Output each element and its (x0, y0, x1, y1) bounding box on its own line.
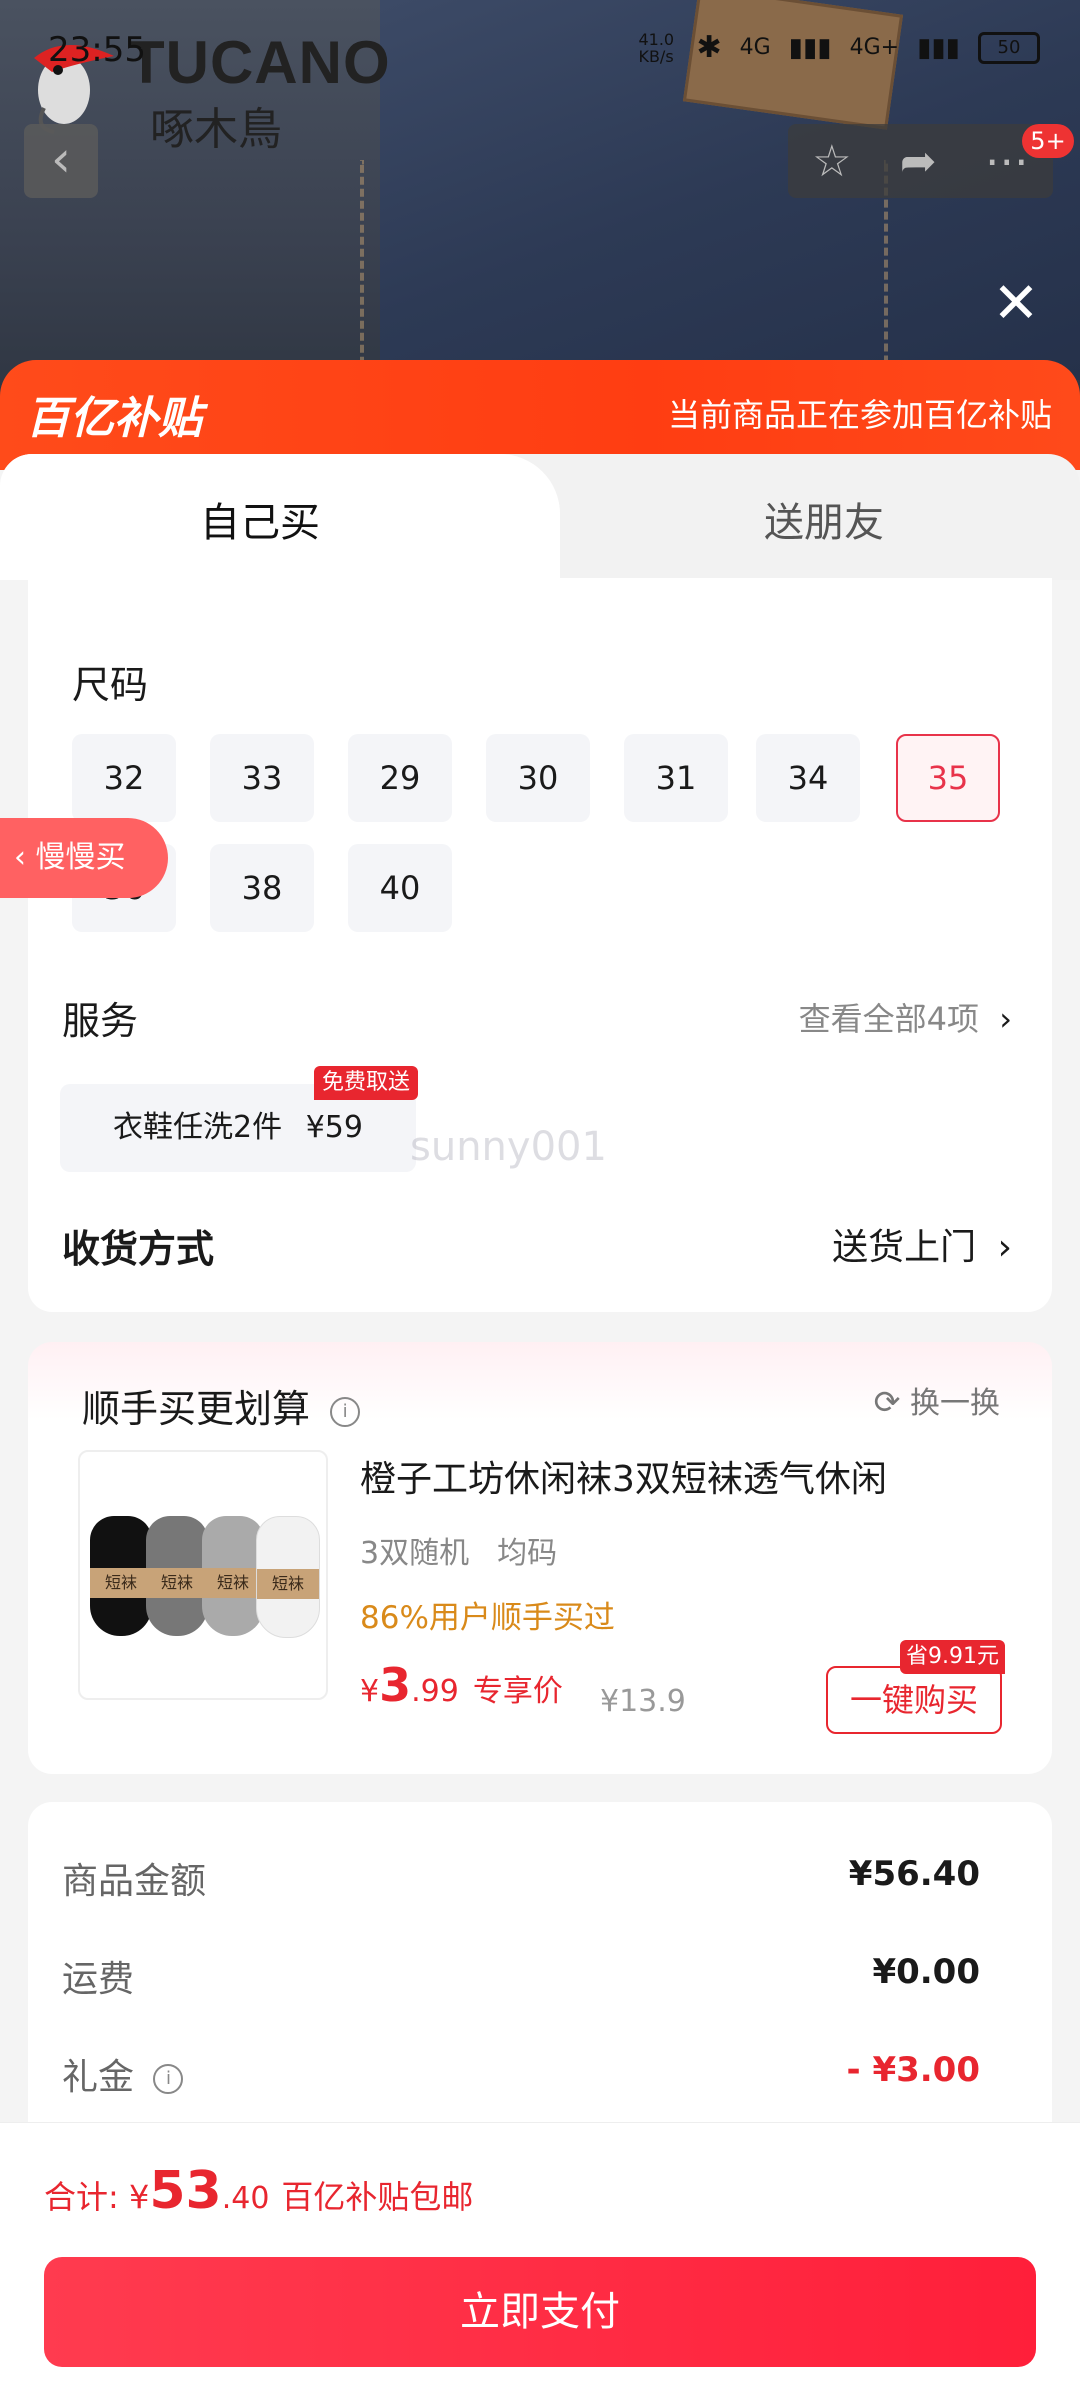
size-option[interactable]: 30 (486, 734, 590, 822)
size-title: 尺码 (72, 663, 149, 707)
options-card: 尺码 32 33 29 30 31 34 35 36 38 40 服务 查看全部… (28, 578, 1052, 1312)
sock-black: 短袜 (90, 1516, 152, 1636)
brand-chinese: 啄木鳥 (150, 104, 282, 155)
addon-price-int: 3 (379, 1658, 412, 1712)
slow-buy-label: 慢慢买 (35, 840, 126, 875)
size-option-selected[interactable]: 35 (896, 734, 1000, 822)
goods-amount-value: ¥56.40 (848, 1854, 980, 1894)
signal-label-2: 4G+ (849, 35, 900, 60)
service-view-all-label: 查看全部4项 (798, 1000, 980, 1038)
size-option[interactable]: 31 (624, 734, 728, 822)
service-item-price: ¥59 (305, 1110, 363, 1145)
sock-band-label: 短袜 (202, 1568, 264, 1598)
star-icon[interactable]: ☆ (812, 136, 851, 187)
share-icon[interactable]: ➦ (900, 136, 937, 187)
purchase-tabs: 自己买 送朋友 (0, 454, 1080, 580)
pay-now-button[interactable]: 立即支付 (44, 2257, 1036, 2367)
gift-label: 礼金 i (62, 2048, 184, 2100)
signal-bars-icon: ▮▮▮ (917, 32, 960, 63)
total-int: 53 (149, 2161, 222, 2221)
addon-title: 顺手买更划算 i (82, 1378, 361, 1433)
sock-band-label: 短袜 (146, 1568, 208, 1598)
sock-white: 短袜 (256, 1516, 320, 1638)
order-total: 合计: ¥53.40 百亿补贴包邮 (44, 2161, 473, 2221)
notification-badge: 5+ (1022, 124, 1074, 158)
addon-spec-1: 3双随机 (360, 1536, 470, 1571)
status-bar: 23:55 41.0 KB/s ✱ 4G ▮▮▮ 4G+ ▮▮▮ 50 (0, 30, 1080, 80)
addon-product-spec: 3双随机 均码 (360, 1528, 557, 1572)
total-currency: ¥ (128, 2178, 150, 2216)
top-action-bar: ☆ ➦ ⋯ (788, 124, 1053, 198)
goods-amount-label: 商品金额 (62, 1861, 207, 1902)
size-option[interactable]: 40 (348, 844, 452, 932)
size-option[interactable]: 33 (210, 734, 314, 822)
addon-popularity: 86%用户顺手买过 (360, 1600, 615, 1636)
chevron-left-icon: ‹ (51, 130, 71, 188)
bluetooth-icon: ✱ (696, 30, 722, 65)
back-button[interactable]: ‹ (24, 124, 98, 198)
service-view-all[interactable]: 查看全部4项 › (799, 994, 1012, 1040)
battery-icon: 50 (978, 31, 1040, 64)
slow-buy-button[interactable]: ‹ 慢慢买 (0, 818, 168, 898)
delivery-method[interactable]: 送货上门 › (832, 1218, 1012, 1270)
info-icon[interactable]: i (153, 2064, 184, 2094)
delivery-method-label: 送货上门 (832, 1227, 977, 1268)
addon-price: ¥3.99 专享价 (360, 1658, 563, 1712)
size-option[interactable]: 32 (72, 734, 176, 822)
one-click-buy-button[interactable]: 一键购买 (826, 1666, 1002, 1734)
info-icon[interactable]: i (330, 1396, 361, 1427)
total-label: 合计: (44, 2178, 129, 2216)
delivery-title: 收货方式 (62, 1227, 215, 1271)
sock-band-label: 短袜 (90, 1568, 152, 1598)
sock-lightgray: 短袜 (202, 1516, 264, 1636)
refresh-icon: ⟳ (873, 1383, 901, 1421)
close-button[interactable]: ✕ (986, 274, 1046, 334)
size-option[interactable]: 38 (210, 844, 314, 932)
swap-label: 换一换 (910, 1386, 1000, 1421)
addon-title-label: 顺手买更划算 (82, 1387, 311, 1431)
status-icons: 41.0 KB/s ✱ 4G ▮▮▮ 4G+ ▮▮▮ 50 (638, 30, 1040, 65)
shipping-label: 运费 (62, 1959, 135, 2000)
subsidy-logo: 百亿补贴 (26, 393, 202, 444)
size-option[interactable]: 29 (348, 734, 452, 822)
addon-price-label: 专享价 (472, 1674, 563, 1709)
signal-label-1: 4G (739, 35, 771, 60)
total-note: 百亿补贴包邮 (281, 2178, 474, 2216)
addon-price-dec: .99 (411, 1674, 459, 1709)
chevron-right-icon: › (997, 1227, 1012, 1268)
save-tag: 省9.91元 (900, 1640, 1005, 1674)
gift-label-text: 礼金 (62, 2057, 135, 2098)
gift-value: - ¥3.00 (846, 2050, 981, 2090)
shipping-value: ¥0.00 (872, 1952, 980, 1992)
chevron-right-icon: › (999, 1000, 1012, 1038)
addon-product-image[interactable]: 短袜 短袜 短袜 短袜 (78, 1450, 328, 1700)
service-item-label: 衣鞋任洗2件 (113, 1110, 283, 1145)
addon-price-currency: ¥ (360, 1674, 380, 1709)
free-pickup-tag: 免费取送 (314, 1066, 419, 1100)
sock-band-label: 短袜 (257, 1569, 319, 1599)
network-speed: 41.0 KB/s (638, 29, 675, 66)
subsidy-text: 当前商品正在参加百亿补贴 (667, 396, 1052, 434)
sock-gray: 短袜 (146, 1516, 208, 1636)
addon-product-name[interactable]: 橙子工坊休闲袜3双短袜透气休闲 (360, 1450, 887, 1502)
size-option[interactable]: 34 (756, 734, 860, 822)
addon-spec-2: 均码 (497, 1536, 558, 1571)
signal-bars-icon: ▮▮▮ (788, 32, 832, 63)
swap-button[interactable]: ⟳ 换一换 (874, 1378, 1000, 1422)
addon-original-price: ¥13.9 (600, 1684, 686, 1719)
total-dec: .40 (221, 2181, 270, 2216)
service-title: 服务 (62, 999, 139, 1043)
watermark: sunny001 (410, 1124, 607, 1170)
checkout-bar: 合计: ¥53.40 百亿补贴包邮 立即支付 (0, 2122, 1080, 2401)
chevron-left-icon: ‹ (14, 840, 36, 875)
tab-self-buy-label[interactable]: 自己买 (200, 490, 320, 548)
addon-card: 顺手买更划算 i ⟳ 换一换 短袜 短袜 短袜 短袜 橙子工坊休闲袜3双短袜透气… (28, 1342, 1052, 1774)
close-icon: ✕ (992, 271, 1040, 336)
status-time: 23:55 (48, 30, 146, 70)
tab-gift-friend[interactable]: 送朋友 (764, 490, 884, 548)
